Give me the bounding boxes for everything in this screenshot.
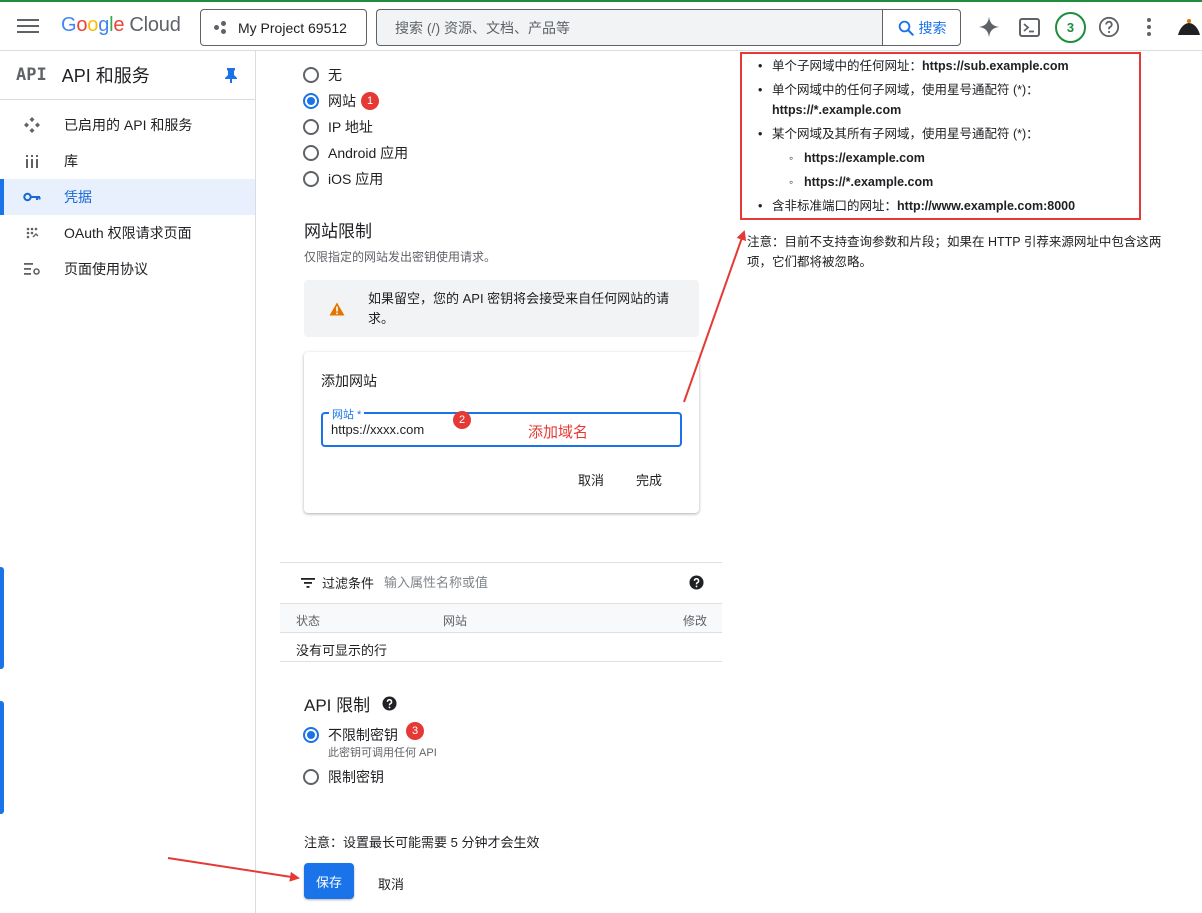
project-icon [214,20,228,35]
field-label: 网站 * [329,406,365,422]
sidebar-item-library[interactable]: 库 [0,143,255,179]
radio-ios-apps[interactable]: iOS 应用 [303,169,383,189]
more-vert-icon[interactable] [1137,15,1161,39]
add-website-card: 添加网站 网站 * 2 添加域名 取消 完成 [304,352,699,513]
filter-icon [301,577,315,588]
info-item: 含非标准端口的网址：http://www.example.com:8000 [758,196,1075,216]
radio-websites[interactable]: 网站 1 [303,91,379,111]
filter-bar: 过滤条件 [280,562,722,602]
url-format-info-box: 单个子网域中的任何网址：https://sub.example.com 单个网域… [740,52,1141,220]
project-name: My Project 69512 [238,19,347,36]
radio-button[interactable] [303,727,319,743]
main-content: 无 网站 1 IP 地址 Android 应用 iOS 应用 网站限制 仅限指定… [256,51,726,913]
google-cloud-logo[interactable]: Google Cloud [61,14,181,37]
key-icon [23,188,41,206]
radio-button[interactable] [303,171,319,187]
side-panel-tab[interactable] [0,701,4,814]
card-done-button[interactable]: 完成 [636,470,662,489]
radio-button[interactable] [303,145,319,161]
filter-label: 过滤条件 [322,576,375,591]
sidebar-title: API 和服务 [61,66,150,86]
help-icon[interactable] [689,575,704,590]
column-header-modify[interactable]: 修改 [683,612,707,629]
website-restrictions-subtitle: 仅限指定的网站发出密钥使用请求。 [304,250,497,264]
top-bar: GoogleCloud My Project 69512 搜索 3 [0,0,1202,51]
table-header: 状态 网站 修改 [280,603,722,633]
filter-input[interactable] [384,575,675,590]
radio-button[interactable] [303,93,319,109]
avatar[interactable] [1176,13,1202,39]
radio-button[interactable] [303,769,319,785]
menu-icon[interactable] [17,16,39,38]
search-button[interactable]: 搜索 [882,9,961,46]
radio-description: 此密钥可调用任何 API [328,747,437,759]
annotation-label: 添加域名 [528,424,589,441]
step-badge: 2 [453,411,471,429]
apis-icon [23,116,41,134]
gemini-icon[interactable] [977,15,1001,39]
sidebar-item-oauth-consent[interactable]: OAuth 权限请求页面 [0,215,255,251]
oauth-icon [23,224,41,242]
sidebar: API API 和服务 已启用的 API 和服务 库 凭据 OAuth 权限请求… [0,51,256,913]
warning-banner: 如果留空，您的 API 密钥将会接受来自任何网站的请求。 [304,280,699,337]
radio-none[interactable]: 无 [303,65,342,85]
sidebar-item-page-usage-agreements[interactable]: 页面使用协议 [0,251,255,287]
radio-android-apps[interactable]: Android 应用 [303,143,408,163]
help-icon[interactable] [1097,15,1121,39]
notifications-badge[interactable]: 3 [1055,12,1086,43]
website-field[interactable]: 网站 * 2 添加域名 [321,406,682,447]
propagation-note: 注意：设置最长可能需要 5 分钟才会生效 [304,835,540,850]
table-empty-row: 没有可显示的行 [280,633,722,662]
api-logo: API [16,65,47,85]
step-badge: 3 [406,722,424,740]
warning-icon [329,302,345,315]
radio-ip-addresses[interactable]: IP 地址 [303,117,373,137]
cancel-button[interactable]: 取消 [378,874,404,893]
step-badge: 1 [361,92,379,110]
column-header-website[interactable]: 网站 [443,612,467,629]
search-box [376,9,883,46]
radio-dont-restrict-key[interactable]: 不限制密钥 3 [303,722,424,745]
save-button[interactable]: 保存 [304,863,354,899]
search-input[interactable] [395,19,883,36]
referrer-note: 注意：目前不支持查询参数和片段；如果在 HTTP 引荐来源网址中包含这两项，它们… [747,235,1162,269]
radio-button[interactable] [303,119,319,135]
project-picker-button[interactable]: My Project 69512 [200,9,367,46]
settings-list-icon [23,260,41,278]
pin-icon[interactable] [224,67,238,83]
info-item: 某个网域及其所有子网域，使用星号通配符 (*)： [758,124,1039,144]
radio-restrict-key[interactable]: 限制密钥 [303,767,384,787]
help-icon[interactable] [382,696,397,711]
warning-text: 如果留空，您的 API 密钥将会接受来自任何网站的请求。 [368,290,670,326]
card-title: 添加网站 [321,373,377,389]
info-subitem: https://*.example.com [789,172,933,192]
website-restrictions-title: 网站限制 [304,222,372,241]
cloud-shell-icon[interactable] [1017,15,1041,39]
library-icon [23,152,41,170]
side-panel-tab[interactable] [0,567,4,669]
info-subitem: https://example.com [789,148,925,168]
radio-button[interactable] [303,67,319,83]
search-icon [898,20,914,36]
sidebar-nav: 已启用的 API 和服务 库 凭据 OAuth 权限请求页面 页面使用协议 [0,100,255,287]
sidebar-header: API API 和服务 [0,51,255,100]
column-header-status[interactable]: 状态 [296,612,320,629]
info-item: 单个子网域中的任何网址：https://sub.example.com [758,56,1069,76]
card-cancel-button[interactable]: 取消 [578,470,604,489]
sidebar-item-credentials[interactable]: 凭据 [0,179,255,215]
api-restrictions-title: API 限制 [304,691,397,716]
sidebar-item-enabled-apis[interactable]: 已启用的 API 和服务 [0,107,255,143]
info-item: 单个网域中的任何子网域，使用星号通配符 (*)：https://*.exampl… [758,80,1102,120]
